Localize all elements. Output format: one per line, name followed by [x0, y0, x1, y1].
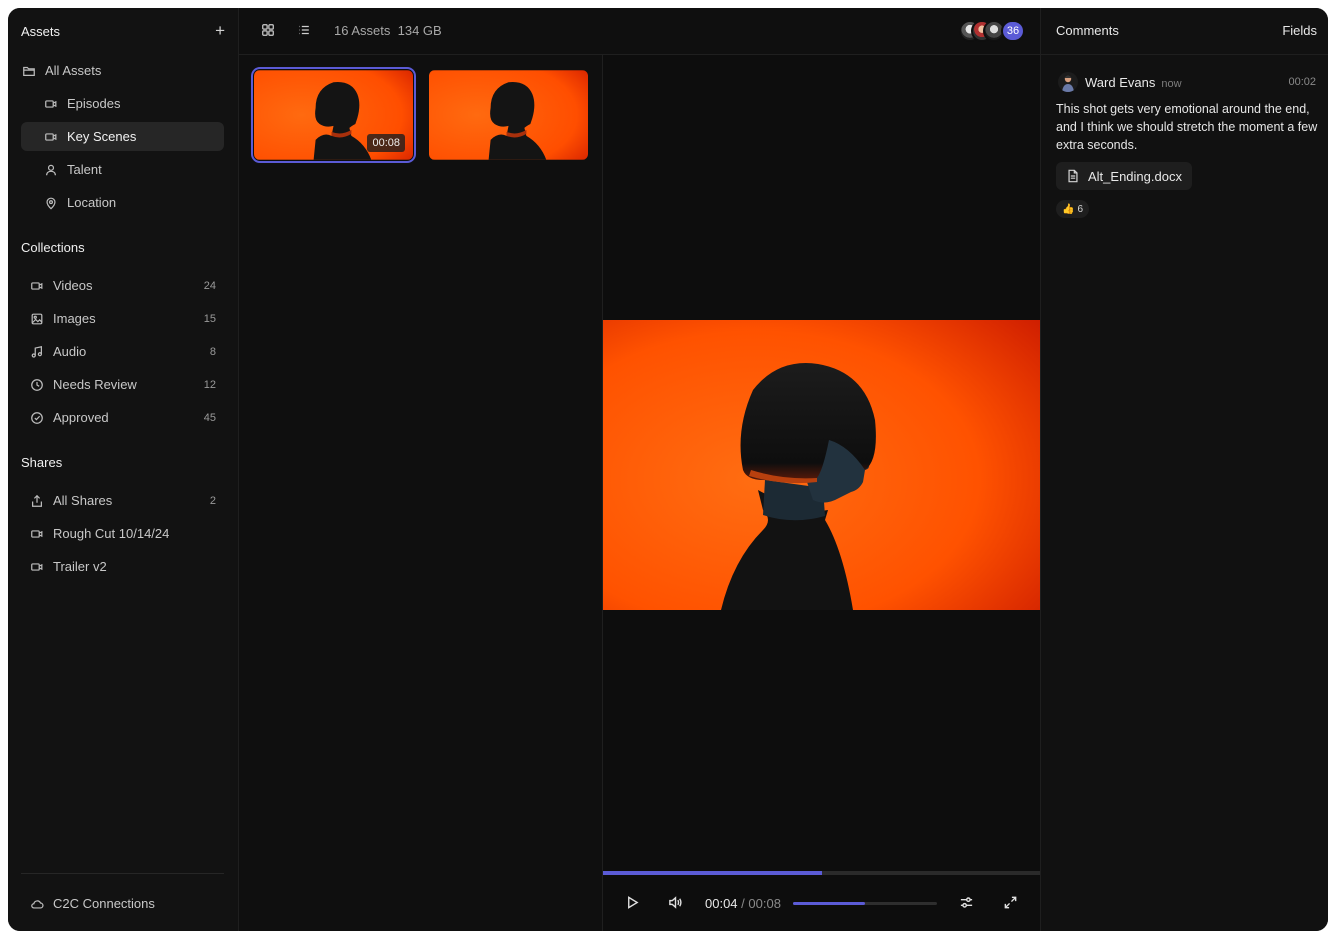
check-circle-icon	[29, 410, 45, 426]
fullscreen-icon[interactable]	[1003, 895, 1019, 911]
video-icon	[43, 96, 59, 112]
item-count: 12	[203, 378, 216, 391]
music-icon	[29, 344, 45, 360]
current-time: 00:04	[705, 896, 738, 911]
app-window: Assets + All Assets Episodes Key Scenes …	[8, 8, 1328, 931]
sidebar-item-talent[interactable]: Talent	[21, 155, 224, 184]
sidebar-item-c2c-connections[interactable]: C2C Connections	[21, 889, 224, 918]
sidebar-item-label: C2C Connections	[53, 896, 155, 911]
sidebar-item-approved[interactable]: Approved 45	[21, 403, 224, 432]
settings-sliders-icon[interactable]	[959, 895, 975, 911]
tab-comments[interactable]: Comments	[1056, 23, 1119, 38]
sidebar-item-label: Approved	[53, 410, 109, 425]
sidebar-item-trailer-v2[interactable]: Trailer v2	[21, 552, 224, 581]
volume-slider[interactable]	[793, 902, 937, 905]
reaction-count: 6	[1077, 203, 1084, 215]
sidebar-item-label: Rough Cut 10/14/24	[53, 526, 170, 541]
asset-count: 16 Assets	[334, 23, 391, 38]
sidebar: Assets + All Assets Episodes Key Scenes …	[8, 8, 239, 931]
comments-header: Comments Fields	[1041, 8, 1328, 55]
shares-heading: Shares	[21, 455, 63, 470]
comment-time-ago: now	[1161, 78, 1182, 90]
document-icon	[1066, 169, 1080, 183]
volume-icon[interactable]	[668, 895, 684, 911]
comment-timestamp[interactable]: 00:02	[1288, 76, 1316, 88]
sidebar-item-all-shares[interactable]: All Shares 2	[21, 486, 224, 515]
comment-body: This shot gets very emotional around the…	[1056, 102, 1318, 152]
video-icon	[29, 526, 45, 542]
asset-thumbnail[interactable]	[429, 70, 588, 160]
folder-icon	[21, 63, 37, 79]
sidebar-item-label: Videos	[53, 278, 93, 293]
sidebar-item-label: Needs Review	[53, 377, 137, 392]
sidebar-header: Assets +	[21, 22, 225, 40]
sidebar-item-label: Images	[53, 311, 96, 326]
video-icon	[29, 559, 45, 575]
sidebar-item-episodes[interactable]: Episodes	[21, 89, 224, 118]
clock-icon	[29, 377, 45, 393]
sidebar-item-needs-review[interactable]: Needs Review 12	[21, 370, 224, 399]
sidebar-item-images[interactable]: Images 15	[21, 304, 224, 333]
user-icon	[43, 162, 59, 178]
grid-view-icon[interactable]	[261, 23, 277, 39]
sidebar-title: Assets	[21, 23, 61, 39]
comments-panel: Comments Fields Ward Evans now 00:02 This…	[1040, 8, 1328, 931]
plus-icon[interactable]: +	[215, 22, 225, 39]
attachment-name: Alt_Ending.docx	[1088, 168, 1182, 184]
cloud-icon	[29, 896, 45, 912]
sidebar-item-label: Trailer v2	[53, 559, 107, 574]
play-icon[interactable]	[625, 895, 641, 911]
sidebar-item-label: Audio	[53, 344, 87, 359]
avatar-overflow-count: 36	[1001, 20, 1025, 42]
sidebar-item-label: Key Scenes	[67, 129, 137, 144]
video-image	[603, 320, 1040, 610]
player-controls: 00:04 / 00:08	[603, 875, 1040, 931]
collections-heading: Collections	[21, 240, 85, 255]
thumbnail-image	[429, 70, 588, 160]
tab-fields[interactable]: Fields	[1282, 23, 1317, 38]
item-count: 15	[203, 312, 216, 325]
sidebar-item-label: Location	[67, 195, 117, 210]
video-icon	[29, 278, 45, 294]
thumbnail-duration: 00:08	[367, 134, 405, 152]
item-count: 2	[209, 494, 216, 507]
sidebar-item-label: Talent	[67, 162, 102, 177]
comment-author: Ward Evans now	[1085, 75, 1182, 90]
sidebar-item-location[interactable]: Location	[21, 188, 224, 217]
collaborator-avatars[interactable]: 36	[959, 20, 1029, 42]
asset-summary: 16 Assets 134 GB	[334, 23, 442, 38]
item-count: 45	[203, 411, 216, 424]
thumbs-up-icon: 👍	[1062, 203, 1075, 215]
asset-thumbnail[interactable]: 00:08	[251, 67, 416, 163]
total-time: 00:08	[748, 896, 781, 911]
reaction-badge[interactable]: 👍 6	[1056, 200, 1090, 218]
share-icon	[29, 493, 45, 509]
avatar	[1058, 72, 1078, 92]
list-view-icon[interactable]	[297, 23, 313, 39]
sidebar-item-all-assets[interactable]: All Assets	[21, 56, 224, 85]
video-icon	[43, 129, 59, 145]
item-count: 24	[203, 279, 216, 292]
comment-attachment[interactable]: Alt_Ending.docx	[1056, 162, 1192, 190]
comment-author-name: Ward Evans	[1085, 75, 1156, 90]
sidebar-item-rough-cut[interactable]: Rough Cut 10/14/24	[21, 519, 224, 548]
video-frame[interactable]	[603, 320, 1040, 610]
sidebar-divider	[21, 873, 224, 874]
thumbnail-grid: 00:08	[239, 55, 603, 931]
sidebar-item-audio[interactable]: Audio 8	[21, 337, 224, 366]
sidebar-item-key-scenes[interactable]: Key Scenes	[21, 122, 224, 151]
asset-size: 134 GB	[397, 23, 442, 38]
sidebar-item-videos[interactable]: Videos 24	[21, 271, 224, 300]
sidebar-item-label: All Shares	[53, 493, 113, 508]
video-viewer: 00:04 / 00:08	[603, 55, 1040, 931]
item-count: 8	[209, 345, 216, 358]
sidebar-item-label: Episodes	[67, 96, 121, 111]
sidebar-item-label: All Assets	[45, 63, 102, 78]
playback-time: 00:04 / 00:08	[705, 896, 781, 911]
image-icon	[29, 311, 45, 327]
map-pin-icon	[43, 195, 59, 211]
volume-level	[793, 902, 865, 905]
topbar: 16 Assets 134 GB 36	[239, 8, 1040, 55]
